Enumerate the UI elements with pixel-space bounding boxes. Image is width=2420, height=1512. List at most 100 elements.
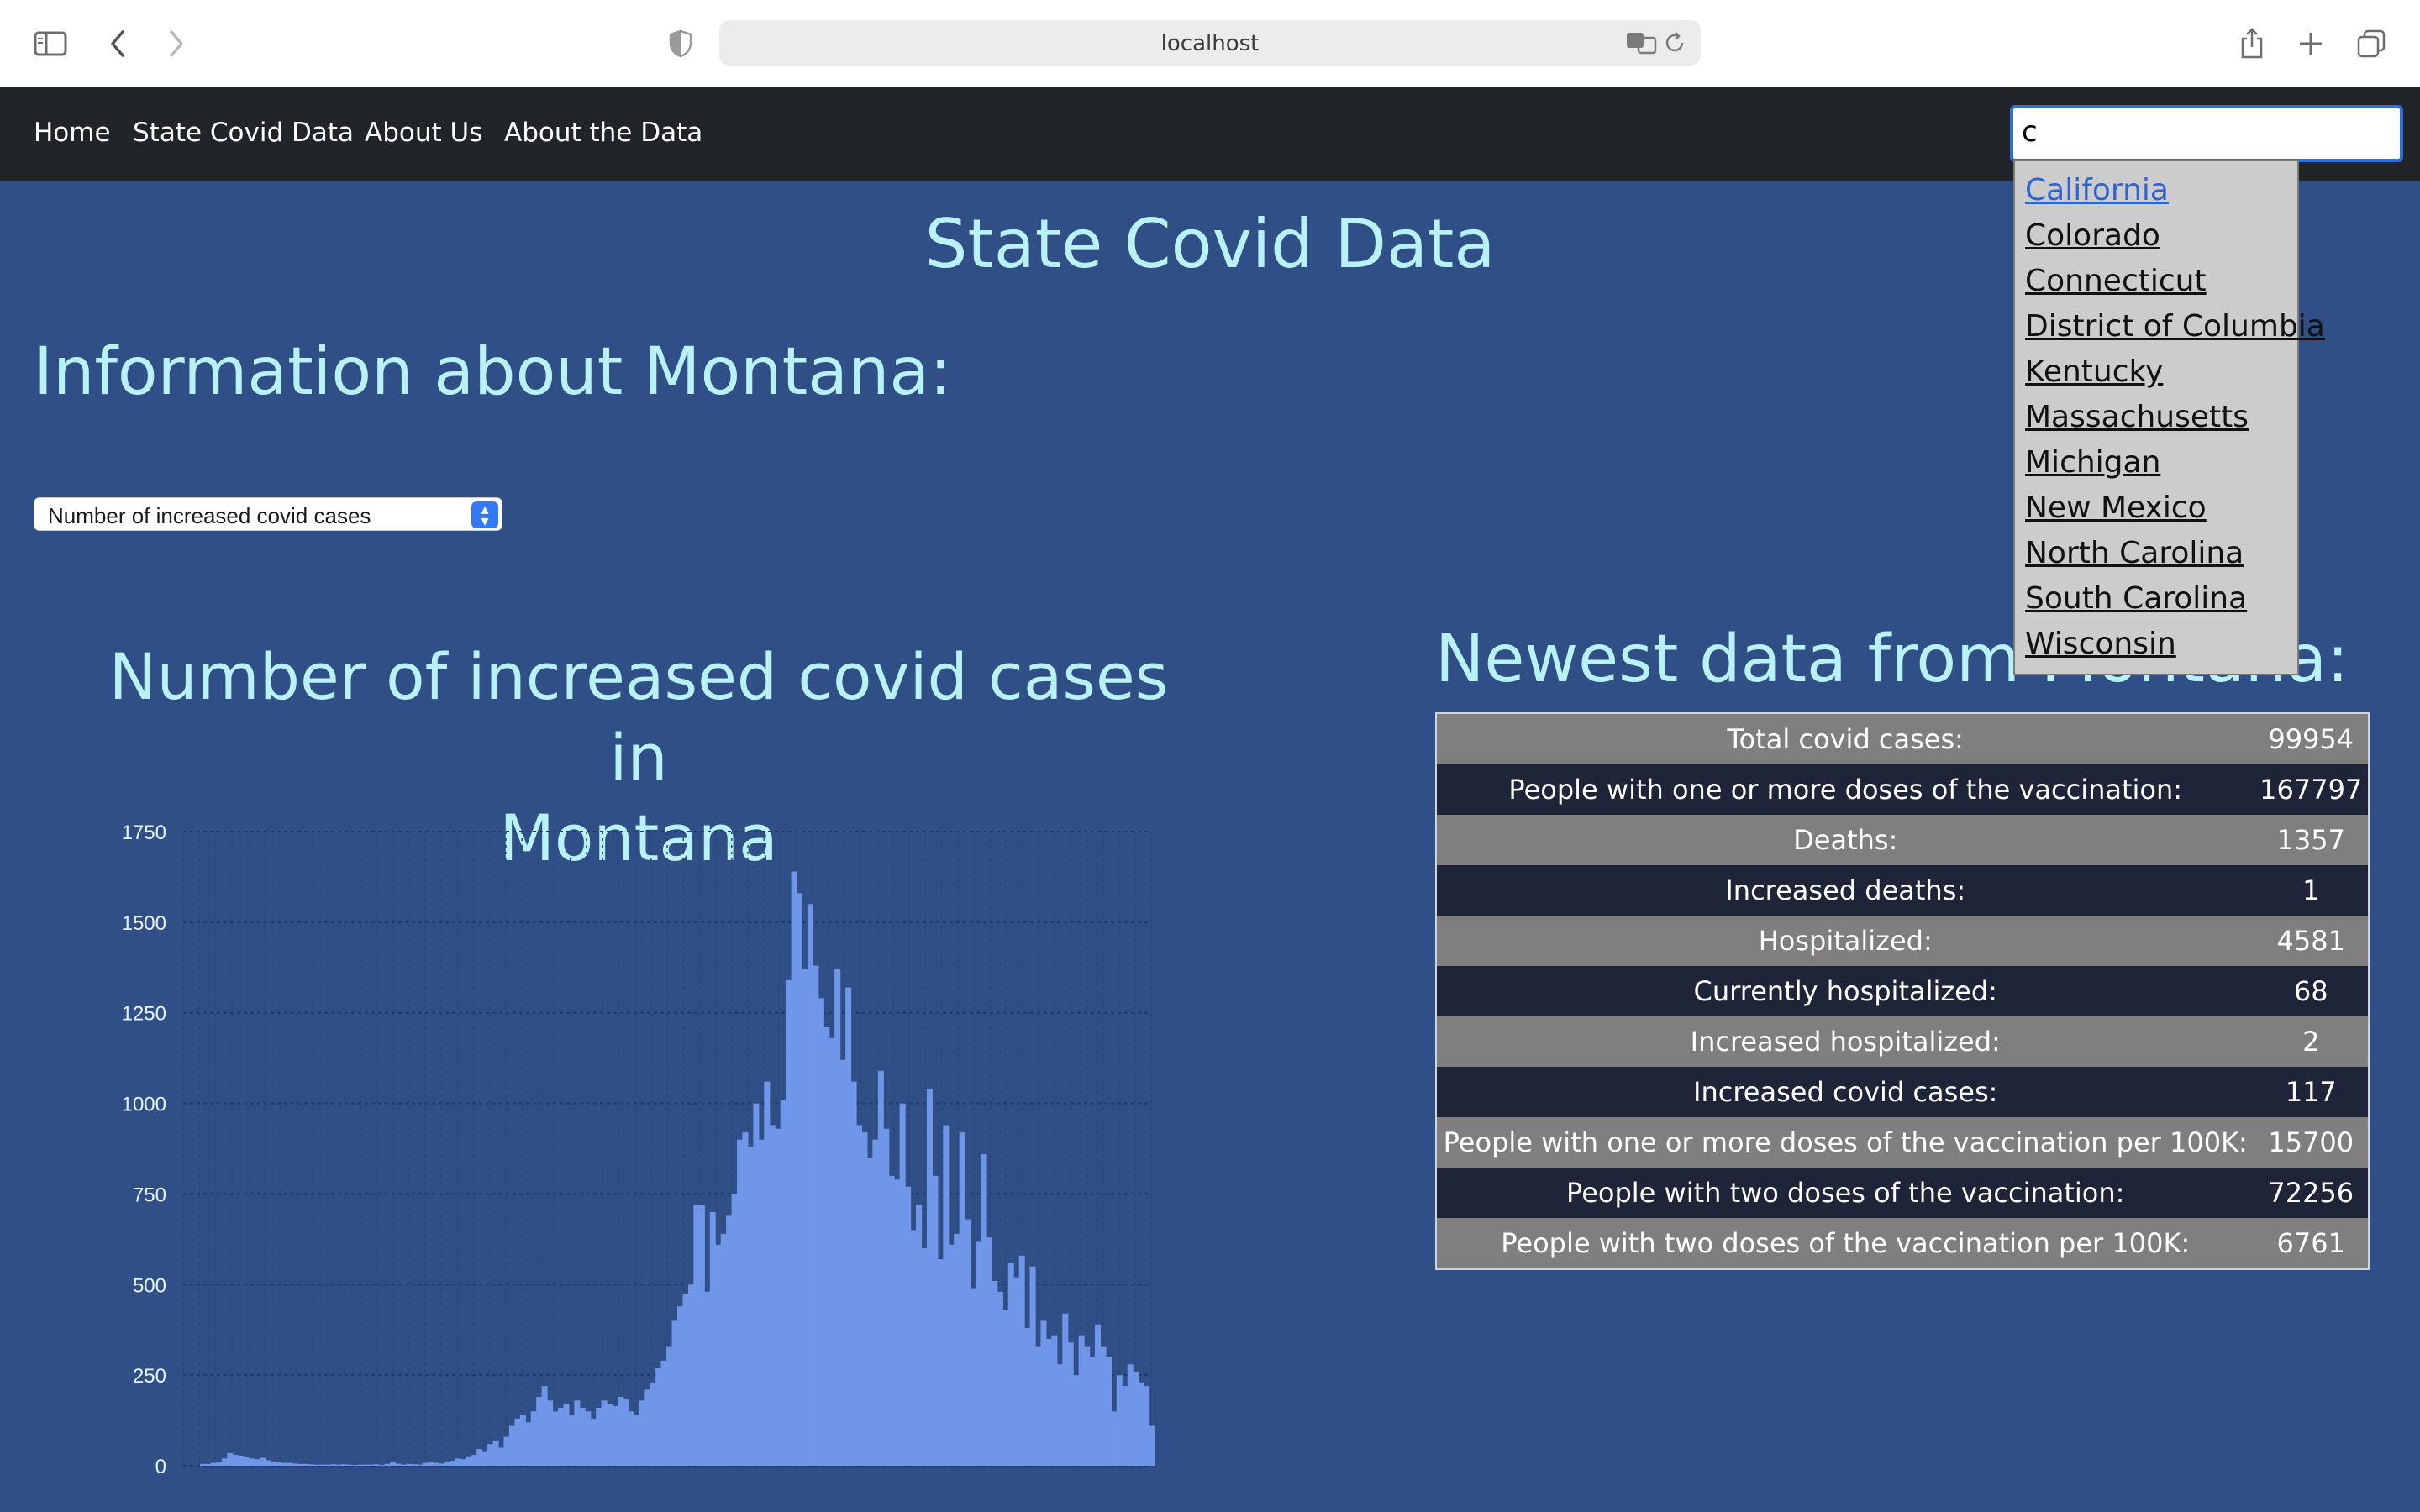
nav-home[interactable]: Home [34,118,111,148]
chart-bar [389,1462,396,1466]
chart-bar [503,1436,510,1466]
chart-bar [428,1462,434,1466]
browser-toolbar: localhost [0,0,2420,87]
chart-bar [1035,1346,1042,1466]
chart-bar [530,1411,537,1466]
chart-bar [780,1100,786,1466]
autocomplete-option[interactable]: Wisconsin [2015,627,2297,672]
chart-bar [574,1400,581,1466]
y-tick-label: 250 [133,1365,166,1388]
chart-bar [514,1418,521,1466]
chart-bar [346,1464,353,1466]
autocomplete-option[interactable]: California [2015,173,2297,218]
stat-value: 1357 [2276,824,2345,856]
chart-y-ticks: 0 250 500 750 1000 1250 1500 1750 [122,822,166,1478]
chart-bar [802,969,808,1466]
stat-label: Increased hospitalized: [1690,1026,2001,1058]
chart-bar [1084,1346,1091,1466]
chart-bar [466,1456,472,1466]
tab-overview-icon[interactable] [2348,20,2395,67]
chart-bar [281,1462,287,1466]
stat-value: 1 [2302,874,2320,906]
nav-state-covid-data[interactable]: State Covid Data [133,118,354,148]
sidebar-toggle-icon[interactable] [27,20,74,67]
chart-bar [552,1411,559,1466]
chart-bar [1073,1375,1080,1466]
chart-heading-line1: Number of increased covid cases in [108,639,1169,795]
reload-icon[interactable] [1662,30,1696,55]
chart-bar [1144,1386,1150,1466]
chart-bar [747,1147,754,1466]
state-search-input[interactable]: c [2010,105,2403,162]
address-bar[interactable]: localhost [719,20,1701,66]
nav-about-us[interactable]: About Us [365,118,482,148]
chart-bar [786,979,792,1466]
chart-bar [769,1125,776,1466]
table-row: Deaths: 1357 [1437,815,2368,865]
autocomplete-option[interactable]: Colorado [2015,218,2297,264]
chart-bar [460,1459,466,1466]
chart-bar [525,1422,532,1466]
chart-bar [866,1158,873,1466]
chart-bar [265,1460,271,1466]
privacy-shield-icon[interactable] [657,20,704,67]
chart-bar [1089,1357,1096,1466]
autocomplete-option[interactable]: South Carolina [2015,581,2297,627]
chart-bar [753,1103,760,1466]
chart-bar [715,1244,722,1466]
stat-label: Currently hospitalized: [1693,975,1997,1007]
chart-bar [492,1440,499,1466]
chart-bar [449,1460,455,1466]
chart-bar [704,1291,711,1466]
chart-bar [1024,1328,1031,1466]
chart-bar [791,871,797,1466]
chart-bar [612,1405,618,1466]
stat-label: Increased covid cases: [1693,1076,1998,1108]
chart-bar [948,1244,955,1466]
autocomplete-option[interactable]: Kentucky [2015,354,2297,400]
table-row: Increased hospitalized: 2 [1437,1016,2368,1067]
chart-bar [682,1294,689,1466]
metric-select[interactable]: Number of increased covid cases ▴ ▾ [34,497,502,531]
chart-bar [243,1457,250,1466]
table-row: Total covid cases: 99954 [1437,714,2368,764]
autocomplete-option[interactable]: New Mexico [2015,491,2297,536]
chart-bar [238,1455,245,1466]
chart-bar [395,1463,402,1466]
chart-bar [905,1186,912,1466]
chart-bar [335,1464,342,1466]
chart-bar [508,1425,515,1466]
chart-bar [764,1081,771,1466]
autocomplete-option[interactable]: District of Columbia [2015,309,2325,354]
chart-bar [623,1399,629,1466]
forward-icon[interactable] [153,20,200,67]
chart-bar [351,1465,358,1467]
chart-bar [357,1464,364,1466]
chart-bar [959,1132,965,1466]
stat-value: 2 [2302,1026,2320,1058]
chart-bar [671,1320,678,1466]
autocomplete-option[interactable]: North Carolina [2015,536,2297,581]
chart-bar [297,1463,304,1466]
stat-label: Total covid cases: [1727,723,1964,755]
chart-bar [362,1464,369,1466]
chart-bar [1138,1382,1144,1466]
new-tab-icon[interactable] [2287,20,2334,67]
autocomplete-option[interactable]: Michigan [2015,445,2297,491]
translate-icon[interactable] [1625,30,1659,55]
share-icon[interactable] [2228,20,2275,67]
nav-about-the-data[interactable]: About the Data [504,118,702,148]
autocomplete-option[interactable]: Connecticut [2015,264,2297,309]
chart-bar [1067,1342,1074,1466]
back-icon[interactable] [94,20,141,67]
url-text: localhost [1160,31,1260,56]
chart-bar [1051,1335,1058,1466]
y-tick-label: 1750 [122,822,166,844]
chart-bar [916,1205,923,1466]
chart-bar [417,1464,424,1466]
autocomplete-option[interactable]: Massachusetts [2015,400,2297,445]
stat-value: 99954 [2268,723,2354,755]
state-autocomplete-dropdown: California Colorado Connecticut District of… [2013,160,2325,675]
chart-bar [677,1306,684,1466]
chart-bar [687,1284,694,1466]
